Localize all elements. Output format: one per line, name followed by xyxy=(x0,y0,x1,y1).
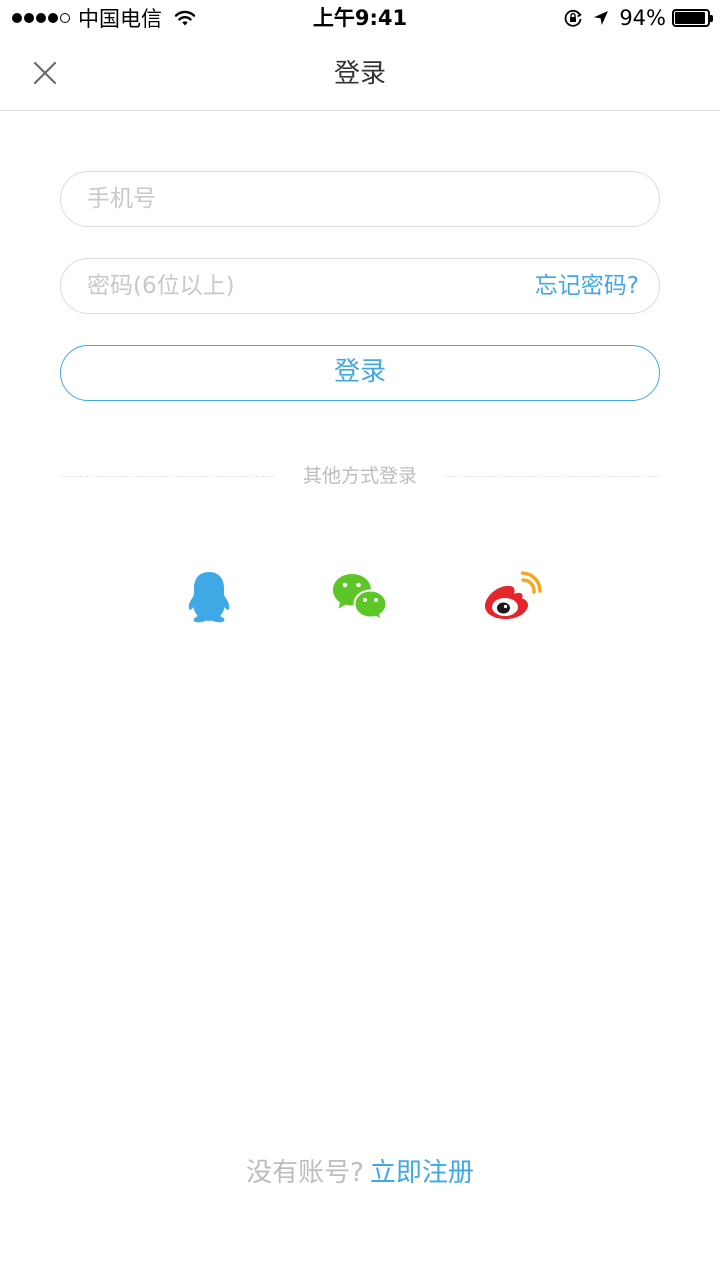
phone-field xyxy=(60,171,660,227)
register-prompt: 没有账号? 立即注册 xyxy=(0,1155,720,1191)
battery-cap xyxy=(710,15,713,22)
phone-input[interactable] xyxy=(87,172,627,226)
nav-bar: 登录 xyxy=(0,36,720,111)
location-arrow-icon xyxy=(594,11,609,25)
page-title: 登录 xyxy=(333,59,386,89)
qq-icon xyxy=(188,572,230,623)
wechat-icon xyxy=(333,574,388,622)
password-input[interactable] xyxy=(87,259,487,313)
login-button[interactable]: 登录 xyxy=(60,345,660,401)
forgot-password-link[interactable]: 忘记密码? xyxy=(535,259,639,313)
battery-icon xyxy=(672,9,713,27)
weibo-login-button[interactable] xyxy=(482,568,542,626)
register-link[interactable]: 立即注册 xyxy=(370,1158,474,1188)
wechat-login-button[interactable] xyxy=(330,568,390,626)
qq-login-button[interactable] xyxy=(179,568,239,626)
password-field: 忘记密码? xyxy=(60,258,660,314)
battery-percent: 94% xyxy=(619,6,666,30)
divider-right xyxy=(444,476,660,477)
status-bar: 中国电信 上午9:41 94% xyxy=(0,0,720,36)
weibo-icon xyxy=(485,571,542,619)
login-screen: 中国电信 上午9:41 94% 登录 手机号 忘记密码? 登录 其他方式登录 没… xyxy=(0,0,720,1280)
battery-fill xyxy=(675,12,706,24)
status-bar-right: 94% xyxy=(563,5,713,31)
rotation-lock-icon xyxy=(564,9,583,27)
no-account-text: 没有账号? xyxy=(246,1158,364,1188)
